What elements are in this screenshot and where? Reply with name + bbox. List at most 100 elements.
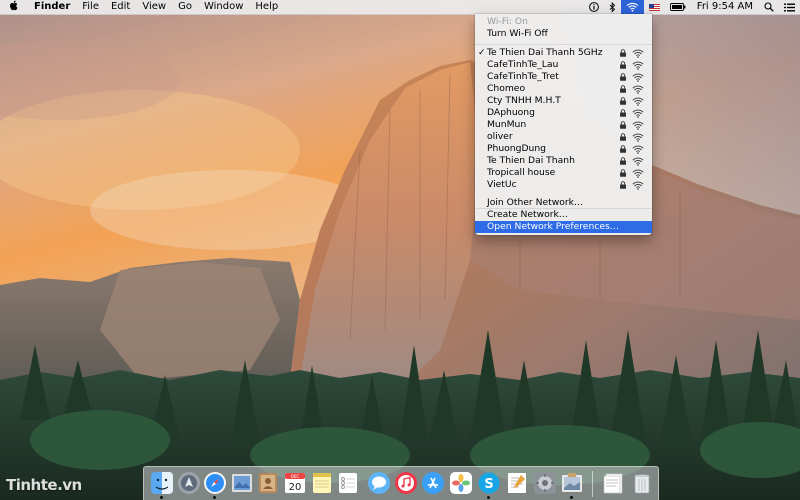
wifi-signal-icon — [632, 73, 644, 82]
battery-icon[interactable] — [665, 0, 691, 14]
wifi-network-name: CafeTinhTe_Lau — [487, 59, 559, 70]
dock-notes-icon[interactable] — [310, 471, 334, 495]
dock-skype-icon[interactable]: S — [477, 471, 501, 499]
join-other-network-item[interactable]: Join Other Network… — [475, 197, 652, 209]
dock-finder-icon[interactable] — [150, 471, 174, 499]
app-menu-finder[interactable]: Finder — [28, 0, 76, 14]
svg-text:S: S — [484, 477, 493, 492]
menu-window[interactable]: Window — [198, 0, 249, 14]
menu-go[interactable]: Go — [172, 0, 198, 14]
dock-textedit-icon[interactable] — [505, 471, 529, 495]
lock-icon — [619, 121, 627, 129]
menubar-clock[interactable]: Fri 9:54 AM — [691, 0, 759, 14]
wifi-signal-icon — [632, 109, 644, 118]
dock-photos-icon[interactable] — [449, 471, 473, 495]
wifi-network-name: Te Thien Dai Thanh — [487, 155, 575, 166]
wifi-network-item[interactable]: CafeTinhTe_Tret — [475, 71, 652, 83]
dock-divider — [592, 471, 593, 497]
dock-safari-icon[interactable] — [203, 471, 227, 499]
wifi-network-item[interactable]: VietUc — [475, 179, 652, 191]
spotlight-search-icon[interactable] — [759, 0, 779, 14]
wifi-signal-icon — [632, 145, 644, 154]
wifi-network-item[interactable]: oliver — [475, 131, 652, 143]
running-indicator — [487, 496, 490, 499]
running-indicator — [213, 496, 216, 499]
lock-icon — [619, 169, 627, 177]
bluetooth-icon[interactable] — [604, 0, 621, 14]
apple-menu-icon[interactable] — [0, 0, 28, 14]
open-network-preferences-label: Open Network Preferences… — [487, 221, 619, 232]
wifi-network-item[interactable]: Tropicall house — [475, 167, 652, 179]
wifi-network-name: Tropicall house — [487, 167, 556, 178]
wifi-network-item[interactable]: DAphuong — [475, 107, 652, 119]
wifi-network-name: Te Thien Dai Thanh 5GHz — [487, 47, 603, 58]
wifi-network-item[interactable]: PhuongDung — [475, 143, 652, 155]
wifi-network-item[interactable]: CafeTinhTe_Lau — [475, 59, 652, 71]
wifi-network-item[interactable]: Chomeo — [475, 83, 652, 95]
dock-itunes-icon[interactable] — [394, 471, 418, 495]
wifi-status-icon[interactable] — [620, 0, 644, 14]
wifi-network-name: PhuongDung — [487, 143, 547, 154]
wifi-status-label: Wi-Fi: On — [475, 16, 652, 28]
notification-info-icon[interactable] — [584, 0, 604, 14]
dock-preview-icon[interactable] — [230, 471, 254, 495]
menu-help[interactable]: Help — [249, 0, 284, 14]
wifi-status-text: Wi-Fi: On — [487, 16, 528, 27]
lock-icon — [619, 181, 627, 189]
lock-icon — [619, 109, 627, 117]
create-network-item[interactable]: Create Network… — [475, 209, 652, 221]
calendar-day-text: 20 — [289, 482, 302, 493]
wifi-network-name: DAphuong — [487, 107, 535, 118]
input-source-flag-icon[interactable] — [644, 0, 665, 14]
running-indicator — [160, 496, 163, 499]
wifi-network-name: CafeTinhTe_Tret — [487, 71, 559, 82]
notification-center-icon[interactable] — [779, 0, 800, 14]
lock-icon — [619, 133, 627, 141]
lock-icon — [619, 157, 627, 165]
wifi-network-name: VietUc — [487, 179, 517, 190]
dock-reminders-icon[interactable] — [336, 471, 360, 495]
dock-launchpad-icon[interactable] — [177, 471, 201, 495]
lock-icon — [619, 145, 627, 153]
dock-stacks-icon[interactable] — [602, 471, 626, 495]
menu-view[interactable]: View — [136, 0, 172, 14]
wifi-signal-icon — [632, 181, 644, 190]
open-network-preferences-item[interactable]: Open Network Preferences… — [475, 221, 652, 233]
dock-calendar-icon[interactable]: DEC 20 — [283, 471, 307, 495]
wifi-network-name: MunMun — [487, 119, 527, 130]
calendar-month-text: DEC — [291, 474, 300, 479]
wifi-signal-icon — [632, 121, 644, 130]
menu-bar: Finder File Edit View Go Window Help Fri… — [0, 0, 800, 15]
wifi-signal-icon — [632, 157, 644, 166]
menu-file[interactable]: File — [76, 0, 105, 14]
lock-icon — [619, 85, 627, 93]
wifi-signal-icon — [632, 49, 644, 58]
dock-app-store-icon[interactable] — [421, 471, 445, 495]
connected-checkmark-icon: ✓ — [478, 48, 486, 58]
create-network-label: Create Network… — [487, 209, 568, 220]
dock-system-preferences-icon[interactable] — [533, 471, 557, 495]
dock-contacts-icon[interactable] — [256, 471, 280, 495]
wifi-network-item[interactable]: ✓ Te Thien Dai Thanh 5GHz — [475, 47, 652, 59]
turn-wifi-off-item[interactable]: Turn Wi-Fi Off — [475, 28, 652, 40]
wifi-signal-icon — [632, 61, 644, 70]
lock-icon — [619, 49, 627, 57]
dock-messages-icon[interactable] — [367, 471, 391, 495]
wifi-network-item[interactable]: Te Thien Dai Thanh — [475, 155, 652, 167]
dock-preview-gallery-icon[interactable] — [560, 471, 584, 499]
menu-separator — [475, 44, 652, 45]
wifi-dropdown-menu: Wi-Fi: On Turn Wi-Fi Off ✓ Te Thien Dai T… — [475, 14, 652, 235]
dock: DEC 20 S — [143, 466, 659, 500]
menu-edit[interactable]: Edit — [105, 0, 136, 14]
wifi-signal-icon — [632, 85, 644, 94]
wifi-network-item[interactable]: Cty TNHH M.H.T — [475, 95, 652, 107]
turn-wifi-off-label: Turn Wi-Fi Off — [487, 28, 548, 39]
wifi-network-name: oliver — [487, 131, 513, 142]
join-other-network-label: Join Other Network… — [487, 197, 584, 208]
wifi-signal-icon — [632, 169, 644, 178]
lock-icon — [619, 73, 627, 81]
wifi-signal-icon — [632, 133, 644, 142]
wifi-network-item[interactable]: MunMun — [475, 119, 652, 131]
dock-trash-icon[interactable] — [630, 471, 654, 495]
lock-icon — [619, 97, 627, 105]
